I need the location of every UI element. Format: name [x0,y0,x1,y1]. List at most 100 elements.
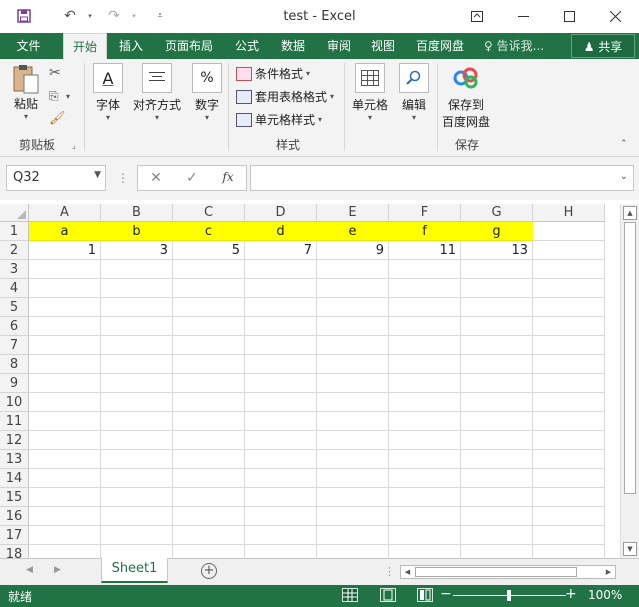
redo-dropdown-icon[interactable]: ▾ [124,6,144,26]
cell-h6[interactable] [533,317,605,336]
cell-f17[interactable] [389,526,461,545]
cell-g4[interactable] [461,279,533,298]
cell-d17[interactable] [245,526,317,545]
cell-h7[interactable] [533,336,605,355]
cell-b11[interactable] [101,412,173,431]
cell-a13[interactable] [29,450,101,469]
cell-d16[interactable] [245,507,317,526]
cell-c17[interactable] [173,526,245,545]
cell-g15[interactable] [461,488,533,507]
cell-h2[interactable] [533,241,605,260]
cell-d14[interactable] [245,469,317,488]
cell-f15[interactable] [389,488,461,507]
cell-d5[interactable] [245,298,317,317]
cell-e7[interactable] [317,336,389,355]
horizontal-scroll-thumb[interactable] [415,567,577,577]
cell-d7[interactable] [245,336,317,355]
column-header-c[interactable]: C [173,204,245,222]
row-header-12[interactable]: 12 [0,431,29,450]
cell-f13[interactable] [389,450,461,469]
cell-a6[interactable] [29,317,101,336]
row-header-8[interactable]: 8 [0,355,29,374]
zoom-out-icon[interactable]: − [440,586,452,602]
cell-d15[interactable] [245,488,317,507]
cell-a4[interactable] [29,279,101,298]
cell-b7[interactable] [101,336,173,355]
cell-g8[interactable] [461,355,533,374]
column-header-d[interactable]: D [245,204,317,222]
cell-d18[interactable] [245,545,317,558]
cell-b17[interactable] [101,526,173,545]
dialog-launcher-icon[interactable]: ⌟ [72,141,76,150]
cell-h10[interactable] [533,393,605,412]
cell-e17[interactable] [317,526,389,545]
cell-e13[interactable] [317,450,389,469]
cell-c10[interactable] [173,393,245,412]
close-icon[interactable] [592,0,638,33]
cell-e2[interactable]: 9 [317,241,389,260]
column-header-a[interactable]: A [29,204,101,222]
save-icon[interactable] [14,6,34,26]
cell-c14[interactable] [173,469,245,488]
cell-a17[interactable] [29,526,101,545]
cell-c18[interactable] [173,545,245,558]
cell-h18[interactable] [533,545,605,558]
cell-d3[interactable] [245,260,317,279]
cell-a5[interactable] [29,298,101,317]
column-header-b[interactable]: B [101,204,173,222]
tab-split-grip[interactable]: ⋮ [384,565,395,578]
row-header-3[interactable]: 3 [0,260,29,279]
cell-b5[interactable] [101,298,173,317]
cell-c3[interactable] [173,260,245,279]
cell-h1[interactable] [533,222,605,241]
cell-h11[interactable] [533,412,605,431]
cell-c16[interactable] [173,507,245,526]
undo-dropdown-icon[interactable]: ▾ [80,6,100,26]
cell-f2[interactable]: 11 [389,241,461,260]
cell-c11[interactable] [173,412,245,431]
cell-h8[interactable] [533,355,605,374]
cell-d11[interactable] [245,412,317,431]
cell-e9[interactable] [317,374,389,393]
cell-g7[interactable] [461,336,533,355]
cell-f12[interactable] [389,431,461,450]
page-break-view-icon[interactable] [417,588,433,602]
cut-icon[interactable]: ✂ [49,65,61,81]
cell-e16[interactable] [317,507,389,526]
cell-f14[interactable] [389,469,461,488]
cell-b4[interactable] [101,279,173,298]
cell-c5[interactable] [173,298,245,317]
name-box-dropdown-icon[interactable]: ▼ [94,170,101,180]
cell-a16[interactable] [29,507,101,526]
cell-f6[interactable] [389,317,461,336]
cell-c4[interactable] [173,279,245,298]
cell-f4[interactable] [389,279,461,298]
cell-e6[interactable] [317,317,389,336]
cell-g16[interactable] [461,507,533,526]
cell-c9[interactable] [173,374,245,393]
cell-h13[interactable] [533,450,605,469]
tab-view[interactable]: 视图 [363,33,403,59]
zoom-slider-thumb[interactable] [507,590,511,601]
cell-a14[interactable] [29,469,101,488]
cell-g9[interactable] [461,374,533,393]
cell-h9[interactable] [533,374,605,393]
cell-f11[interactable] [389,412,461,431]
cell-a18[interactable] [29,545,101,558]
cell-b12[interactable] [101,431,173,450]
cell-b3[interactable] [101,260,173,279]
cell-c8[interactable] [173,355,245,374]
row-header-11[interactable]: 11 [0,412,29,431]
row-header-6[interactable]: 6 [0,317,29,336]
column-header-g[interactable]: G [461,204,533,222]
number-button[interactable]: % 数字 ▾ [190,63,224,122]
tab-home[interactable]: 开始 [63,33,107,60]
cell-e12[interactable] [317,431,389,450]
row-header-9[interactable]: 9 [0,374,29,393]
cell-a7[interactable] [29,336,101,355]
cell-g2[interactable]: 13 [461,241,533,260]
vertical-scroll-thumb[interactable] [624,222,636,494]
cell-e5[interactable] [317,298,389,317]
cancel-icon[interactable]: ✕ [144,170,168,186]
tab-baidu-pan[interactable]: 百度网盘 [408,33,472,59]
